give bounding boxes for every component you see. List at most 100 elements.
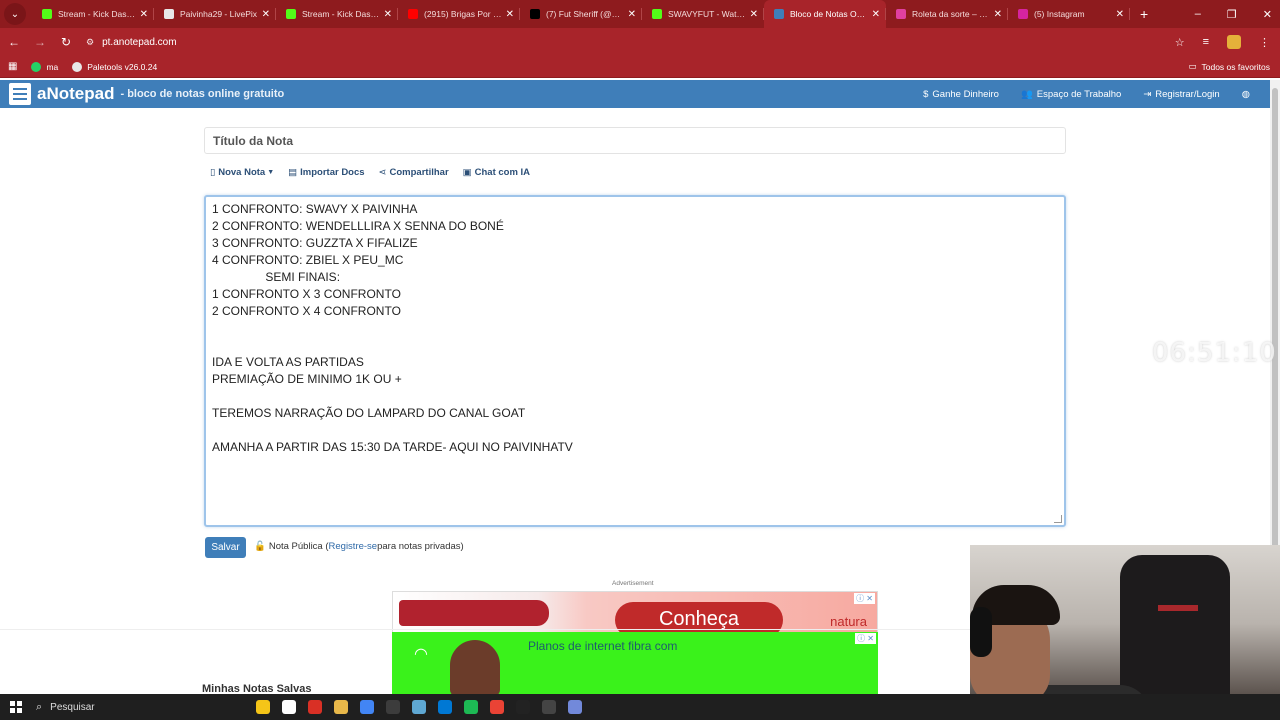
close-window-icon[interactable]: ✕ bbox=[1263, 8, 1272, 21]
all-bookmarks-folder[interactable]: ▭ Todos os favoritos bbox=[1188, 61, 1270, 72]
adchoices-icon[interactable]: ⓘ ✕ bbox=[854, 593, 875, 604]
note-content-textarea[interactable]: 1 CONFRONTO: SWAVY X PAIVINHA 2 CONFRONTO… bbox=[204, 195, 1066, 527]
reading-list-icon[interactable]: ≡ bbox=[1203, 36, 1209, 48]
share-button[interactable]: ⋖ Compartilhar bbox=[379, 167, 449, 178]
ad-brand-logo: natura bbox=[830, 614, 867, 629]
note-line: 1 CONFRONTO: SWAVY X PAIVINHA bbox=[212, 202, 418, 216]
caret-down-icon: ▼ bbox=[267, 169, 275, 176]
tab-close-icon[interactable]: ✕ bbox=[506, 9, 514, 20]
tab-title: Bloco de Notas Online bbox=[790, 9, 868, 19]
tab-close-icon[interactable]: ✕ bbox=[994, 9, 1002, 20]
bookmarks-bar: ▦ ma Paletools v26.0.24 ▭ Todos os favor… bbox=[0, 56, 1280, 78]
nav-register-login[interactable]: ⇥ Registrar/Login bbox=[1143, 89, 1219, 100]
tab-close-icon[interactable]: ✕ bbox=[384, 9, 392, 20]
tab-close-icon[interactable]: ✕ bbox=[262, 9, 270, 20]
taskbar-app-icon[interactable] bbox=[412, 700, 426, 714]
tab-list: Stream - Kick Dashboard✕Paivinha29 - Liv… bbox=[32, 0, 1130, 28]
taskbar-app-icon[interactable] bbox=[308, 700, 322, 714]
taskbar-app-icon[interactable] bbox=[438, 700, 452, 714]
url-field[interactable]: ⚙ pt.anotepad.com bbox=[86, 31, 1186, 53]
bookmark-star-icon[interactable]: ☆ bbox=[1175, 36, 1185, 49]
new-note-dropdown[interactable]: ▯ Nova Nota ▼ bbox=[210, 167, 274, 178]
reload-icon[interactable]: ↻ bbox=[54, 35, 78, 49]
taskbar-app-icon[interactable] bbox=[386, 700, 400, 714]
toolbar-right: ☆ ≡ ⋮ bbox=[1175, 28, 1270, 56]
apps-grid-icon[interactable]: ▦ bbox=[8, 61, 17, 72]
taskbar-app-icon[interactable] bbox=[256, 700, 270, 714]
tab-close-icon[interactable]: ✕ bbox=[872, 9, 880, 20]
taskbar-app-icon[interactable] bbox=[542, 700, 556, 714]
forward-icon[interactable]: → bbox=[28, 35, 52, 49]
taskbar-apps bbox=[256, 700, 582, 714]
chair-stripe bbox=[1158, 605, 1198, 611]
tab-search-menu-button[interactable]: ⌄ bbox=[4, 3, 26, 25]
browser-tab[interactable]: Stream - Kick Dashboard ✕ bbox=[276, 0, 398, 28]
bookmark-label: Paletools v26.0.24 bbox=[87, 61, 158, 72]
minimize-icon[interactable]: – bbox=[1195, 8, 1201, 20]
taskbar-app-icon[interactable] bbox=[516, 700, 530, 714]
nav-workspace[interactable]: 👥 Espaço de Trabalho bbox=[1021, 89, 1121, 100]
extension-icon[interactable] bbox=[1227, 35, 1241, 49]
tab-title: (2915) Brigas Por Nada bbox=[424, 9, 502, 19]
note-line bbox=[212, 422, 1058, 439]
taskbar-app-icon[interactable] bbox=[568, 700, 582, 714]
browser-tab[interactable]: Stream - Kick Dashboard ✕ bbox=[32, 0, 154, 28]
browser-tab[interactable]: Bloco de Notas Online ✕ bbox=[764, 0, 886, 28]
note-line: SEMI FINAIS: bbox=[212, 270, 341, 284]
browser-tab[interactable]: SWAVYFUT - Watch t ✕ bbox=[642, 0, 764, 28]
taskbar-app-icon[interactable] bbox=[464, 700, 478, 714]
tab-title: Paivinha29 - LivePix bbox=[180, 9, 258, 19]
browser-tab[interactable]: Paivinha29 - LivePix ✕ bbox=[154, 0, 276, 28]
unlock-icon: 🔓 bbox=[254, 541, 266, 552]
taskbar-app-icon[interactable] bbox=[282, 700, 296, 714]
taskbar-app-icon[interactable] bbox=[360, 700, 374, 714]
taskbar-search[interactable]: ⌕ Pesquisar bbox=[36, 697, 216, 717]
advertisement-banner-internet[interactable]: ◠ Planos de internet fibra com ⓘ ✕ bbox=[392, 632, 878, 694]
site-tagline: - bloco de notas online gratuito bbox=[120, 88, 285, 100]
save-button[interactable]: Salvar bbox=[205, 537, 246, 558]
dollar-icon: $ bbox=[923, 88, 929, 100]
browser-tab[interactable]: Roleta da sorte – role ✕ bbox=[886, 0, 1008, 28]
wifi-icon: ◠ bbox=[414, 646, 428, 663]
bookmark-paletools[interactable]: Paletools v26.0.24 bbox=[72, 61, 158, 72]
tab-favicon-icon bbox=[652, 9, 662, 19]
ad-cta-button[interactable]: Conheça bbox=[615, 602, 783, 634]
taskbar-app-icon[interactable] bbox=[334, 700, 348, 714]
tab-favicon-icon bbox=[42, 9, 52, 19]
bookmark-ma[interactable]: ma bbox=[31, 61, 58, 72]
browser-tab[interactable]: (5) Instagram ✕ bbox=[1008, 0, 1130, 28]
browser-tab[interactable]: (7) Fut Sheriff (@FutS ✕ bbox=[520, 0, 642, 28]
search-label: Pesquisar bbox=[50, 701, 95, 713]
url-text: pt.anotepad.com bbox=[102, 36, 177, 48]
tab-favicon-icon bbox=[530, 9, 540, 19]
back-icon[interactable]: ← bbox=[2, 35, 26, 49]
browser-tab[interactable]: (2915) Brigas Por Nada ✕ bbox=[398, 0, 520, 28]
windows-start-icon[interactable] bbox=[10, 701, 22, 713]
tab-close-icon[interactable]: ✕ bbox=[750, 9, 758, 20]
taskbar-app-icon[interactable] bbox=[490, 700, 504, 714]
adchoices-icon[interactable]: ⓘ ✕ bbox=[855, 633, 876, 644]
tab-title: (5) Instagram bbox=[1034, 9, 1085, 19]
share-icon: ⋖ bbox=[378, 167, 387, 178]
tab-favicon-icon bbox=[774, 9, 784, 19]
nav-earn-money[interactable]: $ Ganhe Dinheiro bbox=[923, 89, 999, 100]
register-link[interactable]: Registre-se bbox=[329, 541, 378, 552]
note-title-input[interactable]: Título da Nota bbox=[204, 127, 1066, 154]
import-docs-button[interactable]: ▤ Importar Docs bbox=[288, 167, 364, 178]
menu-icon[interactable]: ⋮ bbox=[1259, 36, 1270, 49]
resize-handle[interactable] bbox=[1054, 515, 1062, 523]
notepad-logo-icon[interactable] bbox=[9, 83, 31, 105]
tab-title: Roleta da sorte – role bbox=[912, 9, 990, 19]
tab-title: Stream - Kick Dashboard bbox=[302, 9, 380, 19]
browser-tab-strip: ⌄ Stream - Kick Dashboard✕Paivinha29 - L… bbox=[0, 0, 1280, 28]
share-label: Compartilhar bbox=[389, 167, 449, 178]
site-info-icon[interactable]: ⚙ bbox=[86, 37, 94, 48]
tab-close-icon[interactable]: ✕ bbox=[140, 9, 148, 20]
site-brand[interactable]: aNotepad bbox=[37, 84, 114, 104]
restore-icon[interactable]: ❐ bbox=[1227, 8, 1237, 21]
tab-close-icon[interactable]: ✕ bbox=[628, 9, 636, 20]
language-globe-icon[interactable]: ◍ bbox=[1242, 89, 1250, 100]
new-tab-button[interactable]: + bbox=[1140, 6, 1148, 22]
tab-close-icon[interactable]: ✕ bbox=[1116, 9, 1124, 20]
chat-ai-button[interactable]: ▣ Chat com IA bbox=[463, 167, 530, 178]
